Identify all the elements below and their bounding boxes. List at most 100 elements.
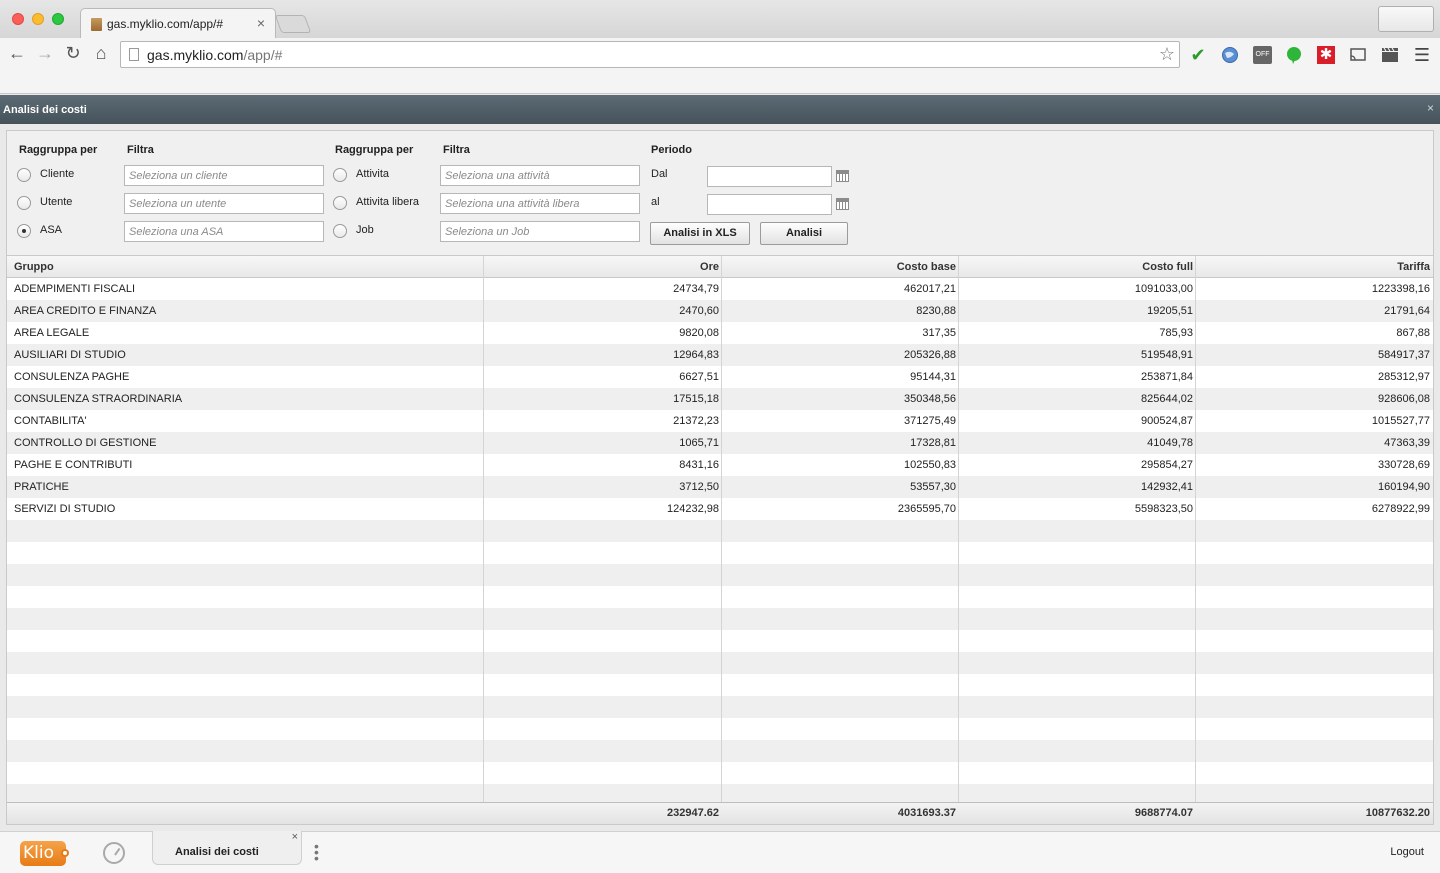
- cell-costo-full: 519548,91: [1141, 349, 1193, 361]
- url-host: gas.myklio.com: [147, 47, 244, 63]
- logo-text: Klio: [23, 843, 54, 863]
- open-module-tab-label: Analisi dei costi: [175, 846, 259, 858]
- cell-gruppo: CONSULENZA PAGHE: [14, 371, 130, 383]
- evernote-extension-icon[interactable]: [1285, 46, 1303, 64]
- forward-arrow-icon[interactable]: →: [34, 42, 56, 64]
- column-header-ore[interactable]: Ore: [484, 256, 722, 278]
- grid-totals-row: 232947.62 4031693.37 9688774.07 10877632…: [7, 802, 1433, 824]
- cell-gruppo: CONSULENZA STRAORDINARIA: [14, 393, 183, 405]
- cell-costo-full: 253871,84: [1141, 371, 1193, 383]
- window-zoom-button[interactable]: [52, 13, 64, 25]
- more-options-icon[interactable]: • • •: [314, 839, 319, 865]
- browser-tabstrip: gas.myklio.com/app/# ×: [0, 0, 1440, 38]
- cell-ore: 1065,71: [679, 437, 719, 449]
- check-extension-icon[interactable]: ✔: [1189, 46, 1207, 64]
- table-row[interactable]: SERVIZI DI STUDIO 124232,98 2365595,70 5598…: [7, 498, 1433, 520]
- browser-toolbar: ← → ↻ ⌂ gas.myklio.com/app/# ☆ ✔ OFF ✱ ☰: [0, 38, 1440, 70]
- menu-hamburger-icon[interactable]: ☰: [1413, 46, 1431, 64]
- radio-utente[interactable]: [17, 196, 31, 210]
- radio-attivita[interactable]: [333, 168, 347, 182]
- new-tab-button[interactable]: [274, 15, 312, 33]
- cell-ore: 9820,08: [679, 327, 719, 339]
- column-header-gruppo[interactable]: Gruppo: [7, 256, 484, 278]
- from-calendar-icon[interactable]: [836, 170, 849, 182]
- table-row[interactable]: CONSULENZA PAGHE 6627,51 95144,31 253871,84…: [7, 366, 1433, 388]
- job-filter-input[interactable]: [440, 221, 640, 242]
- cell-costo-full: 5598323,50: [1134, 503, 1193, 515]
- to-calendar-icon[interactable]: [836, 198, 849, 210]
- asterisk-extension-icon[interactable]: ✱: [1317, 46, 1335, 64]
- home-icon[interactable]: ⌂: [90, 42, 112, 64]
- cell-costo-base: 350348,56: [904, 393, 956, 405]
- cell-ore: 12964,83: [673, 349, 719, 361]
- cell-costo-base: 2365595,70: [897, 503, 956, 515]
- radio-asa[interactable]: [17, 224, 31, 238]
- filter-header-1: Filtra: [127, 144, 154, 156]
- table-row[interactable]: PRATICHE 3712,50 53557,30 142932,41 160194,9…: [7, 476, 1433, 498]
- cell-costo-full: 1091033,00: [1134, 283, 1193, 295]
- export-xls-button[interactable]: Analisi in XLS: [650, 222, 750, 245]
- back-arrow-icon[interactable]: ←: [6, 42, 28, 64]
- group-by-header-1: Raggruppa per: [19, 144, 98, 156]
- grid-header: Gruppo Ore Costo base Costo full Tariffa: [7, 256, 1433, 278]
- tab-close-icon[interactable]: ×: [257, 15, 265, 31]
- reload-icon[interactable]: ↻: [62, 42, 84, 64]
- profile-button[interactable]: [1378, 6, 1434, 32]
- clapper-extension-icon[interactable]: [1381, 46, 1399, 64]
- analyze-button[interactable]: Analisi: [760, 222, 848, 245]
- column-header-costo-full[interactable]: Costo full: [959, 256, 1196, 278]
- total-ore: 232947.62: [667, 807, 719, 819]
- address-bar[interactable]: gas.myklio.com/app/# ☆: [120, 41, 1180, 68]
- cast-icon[interactable]: [1349, 46, 1367, 64]
- column-header-costo-base[interactable]: Costo base: [722, 256, 959, 278]
- table-row[interactable]: AREA CREDITO E FINANZA 2470,60 8230,88 1920…: [7, 300, 1433, 322]
- cliente-filter-input[interactable]: [124, 165, 324, 186]
- cell-costo-full: 295854,27: [1141, 459, 1193, 471]
- table-row[interactable]: CONSULENZA STRAORDINARIA 17515,18 350348,5…: [7, 388, 1433, 410]
- page-icon: [129, 48, 139, 61]
- radio-cliente[interactable]: [17, 168, 31, 182]
- cell-tariffa: 6278922,99: [1371, 503, 1430, 515]
- off-extension-icon[interactable]: OFF: [1253, 46, 1272, 64]
- radio-label-attivita-libera: Attivita libera: [356, 196, 419, 208]
- window-close-button[interactable]: [12, 13, 24, 25]
- asa-filter-input[interactable]: [124, 221, 324, 242]
- from-date-input[interactable]: [707, 166, 832, 187]
- browser-tab[interactable]: gas.myklio.com/app/# ×: [80, 8, 276, 38]
- table-row[interactable]: AREA LEGALE 9820,08 317,35 785,93 867,88: [7, 322, 1433, 344]
- radio-attivita-libera[interactable]: [333, 196, 347, 210]
- module-tab-close-icon[interactable]: ×: [292, 831, 298, 843]
- bookmark-star-icon[interactable]: ☆: [1159, 44, 1175, 65]
- klio-logo[interactable]: Klio: [20, 841, 69, 866]
- open-module-tab[interactable]: Analisi dei costi ×: [152, 831, 302, 865]
- window-title: Analisi dei costi: [3, 104, 87, 116]
- to-date-input[interactable]: [707, 194, 832, 215]
- table-row[interactable]: CONTROLLO DI GESTIONE 1065,71 17328,81 4104…: [7, 432, 1433, 454]
- attivita-filter-input[interactable]: [440, 165, 640, 186]
- window-minimize-button[interactable]: [32, 13, 44, 25]
- radio-job[interactable]: [333, 224, 347, 238]
- utente-filter-input[interactable]: [124, 193, 324, 214]
- table-row[interactable]: CONTABILITA' 21372,23 371275,49 900524,87 10…: [7, 410, 1433, 432]
- cell-costo-base: 17328,81: [910, 437, 956, 449]
- cell-tariffa: 160194,90: [1378, 481, 1430, 493]
- attivita-libera-filter-input[interactable]: [440, 193, 640, 214]
- table-row[interactable]: ADEMPIMENTI FISCALI 24734,79 462017,21 1091…: [7, 278, 1433, 300]
- dashboard-gauge-icon[interactable]: [103, 842, 125, 864]
- address-url[interactable]: gas.myklio.com/app/#: [147, 47, 282, 63]
- cell-ore: 124232,98: [667, 503, 719, 515]
- filter-header-2: Filtra: [443, 144, 470, 156]
- cell-gruppo: ADEMPIMENTI FISCALI: [14, 283, 136, 295]
- table-row[interactable]: PAGHE E CONTRIBUTI 8431,16 102550,83 295854…: [7, 454, 1433, 476]
- column-header-tariffa[interactable]: Tariffa: [1196, 256, 1433, 278]
- window-close-icon[interactable]: ×: [1427, 101, 1434, 115]
- cell-tariffa: 47363,39: [1384, 437, 1430, 449]
- cell-gruppo: PAGHE E CONTRIBUTI: [14, 459, 133, 471]
- cell-ore: 21372,23: [673, 415, 719, 427]
- globe-extension-icon[interactable]: [1221, 46, 1239, 64]
- table-row[interactable]: AUSILIARI DI STUDIO 12964,83 205326,88 5195…: [7, 344, 1433, 366]
- cell-gruppo: AUSILIARI DI STUDIO: [14, 349, 126, 361]
- cell-gruppo: AREA LEGALE: [14, 327, 90, 339]
- logout-link[interactable]: Logout: [1390, 846, 1424, 858]
- cell-costo-base: 317,35: [922, 327, 956, 339]
